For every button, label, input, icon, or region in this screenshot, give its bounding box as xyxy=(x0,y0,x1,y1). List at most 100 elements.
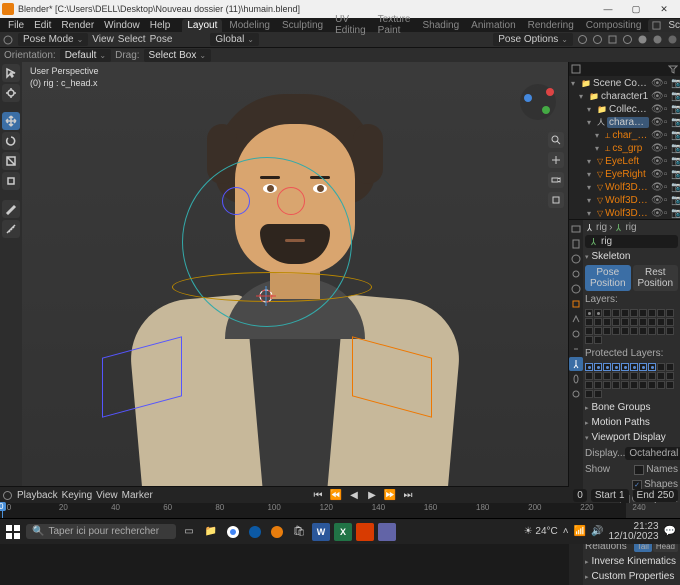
armature-layers[interactable] xyxy=(585,308,678,345)
tool-measure[interactable] xyxy=(2,220,20,238)
outliner-item[interactable]: ▾人character1_r👁▫📷 xyxy=(569,116,680,129)
tray-chevron-icon[interactable]: ˄ xyxy=(563,526,569,537)
timeline-marker[interactable]: Marker xyxy=(122,490,153,501)
panel-custom[interactable]: Custom Properties xyxy=(585,570,678,583)
shading-wire-icon[interactable] xyxy=(622,34,633,45)
menu-select[interactable]: Select xyxy=(118,34,146,45)
outliner-item[interactable]: ▾⟂char_grp👁▫📷 xyxy=(569,129,680,142)
filter-icon[interactable] xyxy=(668,64,678,74)
prop-tab-scene[interactable] xyxy=(569,267,583,281)
persp-button[interactable] xyxy=(548,192,564,208)
blender-taskbar-icon[interactable] xyxy=(268,523,286,541)
menu-window[interactable]: Window xyxy=(100,20,144,31)
panel-skeleton[interactable]: Skeleton xyxy=(585,250,678,263)
timeline-type-icon[interactable] xyxy=(2,490,13,501)
prop-tab-boneconstr[interactable] xyxy=(569,387,583,401)
zoom-button[interactable] xyxy=(548,132,564,148)
pose-options[interactable]: Pose Options xyxy=(493,33,573,46)
word-icon[interactable]: W xyxy=(312,523,330,541)
rig-eye-r[interactable] xyxy=(277,187,305,215)
close-button[interactable]: ✕ xyxy=(650,0,678,18)
tab-modeling[interactable]: Modeling xyxy=(224,19,275,32)
start-frame[interactable]: Start1 xyxy=(591,489,629,502)
wifi-icon[interactable]: 📶 xyxy=(574,526,586,537)
outliner-item[interactable]: ▾▽EyeLeft👁▫📷 xyxy=(569,155,680,168)
tool-rotate[interactable] xyxy=(2,132,20,150)
tool-scale[interactable] xyxy=(2,152,20,170)
shading-render-icon[interactable] xyxy=(667,34,678,45)
tab-animation[interactable]: Animation xyxy=(466,19,520,32)
menu-edit[interactable]: Edit xyxy=(30,20,55,31)
tab-texpaint[interactable]: Texture Paint xyxy=(373,13,416,37)
tab-uv[interactable]: UV Editing xyxy=(330,13,371,37)
play-rev-icon[interactable]: ◀ xyxy=(347,488,361,502)
clock[interactable]: 21:23 12/10/2023 xyxy=(608,522,658,542)
prop-tab-armature[interactable] xyxy=(569,357,583,371)
store-icon[interactable]: 🛍 xyxy=(290,523,308,541)
pan-button[interactable] xyxy=(548,152,564,168)
tab-layout[interactable]: Layout xyxy=(182,19,222,32)
timeline-view[interactable]: View xyxy=(96,490,118,501)
shading-solid-icon[interactable] xyxy=(637,34,648,45)
timeline-playback[interactable]: Playback xyxy=(17,490,58,501)
menu-render[interactable]: Render xyxy=(57,20,98,31)
timeline-keying[interactable]: Keying xyxy=(62,490,93,501)
prop-tab-modifier[interactable] xyxy=(569,312,583,326)
system-tray[interactable]: ☀ 24°C ˄ 📶 🔊 21:23 12/10/2023 💬 xyxy=(524,522,676,542)
panel-vpdisplay[interactable]: Viewport Display xyxy=(585,431,678,444)
chrome-icon[interactable] xyxy=(224,523,242,541)
tab-shading[interactable]: Shading xyxy=(417,19,464,32)
gizmo-toggle-icon[interactable] xyxy=(577,34,588,45)
edge-icon[interactable] xyxy=(246,523,264,541)
menu-file[interactable]: File xyxy=(4,20,28,31)
orientation-dropdown[interactable]: Default xyxy=(60,49,111,62)
protected-layers[interactable] xyxy=(585,362,678,399)
prop-tab-viewlayer[interactable] xyxy=(569,252,583,266)
camera-button[interactable] xyxy=(548,172,564,188)
chk-names[interactable] xyxy=(634,465,644,475)
app-icon-1[interactable] xyxy=(356,523,374,541)
taskbar-search[interactable]: 🔍Taper ici pour rechercher xyxy=(26,524,176,539)
end-frame[interactable]: End250 xyxy=(633,489,678,502)
outliner-item[interactable]: ▾📁character1👁▫📷 xyxy=(569,90,680,103)
outliner-search[interactable] xyxy=(583,68,666,70)
panel-bonegroups[interactable]: Bone Groups xyxy=(585,401,678,414)
start-button[interactable] xyxy=(4,523,22,541)
editor-type-icon[interactable] xyxy=(2,34,14,46)
drag-dropdown[interactable]: Select Box xyxy=(144,49,212,62)
overlay-toggle-icon[interactable] xyxy=(592,34,603,45)
panel-ik[interactable]: Inverse Kinematics xyxy=(585,555,678,568)
jump-start-icon[interactable]: ⏮ xyxy=(311,488,325,502)
tool-transform[interactable] xyxy=(2,172,20,190)
tool-select[interactable] xyxy=(2,64,20,82)
menu-pose[interactable]: Pose xyxy=(150,34,173,45)
tool-move[interactable] xyxy=(2,112,20,130)
xray-icon[interactable] xyxy=(607,34,618,45)
rest-position-button[interactable]: Rest Position xyxy=(633,265,679,291)
outliner-tree[interactable]: ▾📁Scene Collection👁▫📷▾📁character1👁▫📷▾📁Co… xyxy=(569,76,680,219)
tab-compositing[interactable]: Compositing xyxy=(581,19,647,32)
prev-key-icon[interactable]: ⏪ xyxy=(329,488,343,502)
3d-viewport[interactable]: User Perspective (0) rig : c_head.x xyxy=(22,62,568,486)
task-view-icon[interactable]: ▭ xyxy=(180,523,198,541)
play-icon[interactable]: ▶ xyxy=(365,488,379,502)
tab-rendering[interactable]: Rendering xyxy=(523,19,579,32)
display-as-dropdown[interactable]: Octahedral xyxy=(625,447,680,460)
next-key-icon[interactable]: ⏩ xyxy=(383,488,397,502)
outliner-item[interactable]: ▾▽Wolf3D_Hea👁▫📷 xyxy=(569,194,680,207)
armature-name-field[interactable]: rig xyxy=(585,235,678,248)
shading-matprev-icon[interactable] xyxy=(652,34,663,45)
app-icon-2[interactable] xyxy=(378,523,396,541)
outliner-item[interactable]: ▾▽EyeRight👁▫📷 xyxy=(569,168,680,181)
outliner-item[interactable]: ▾📁Collection👁▫📷 xyxy=(569,103,680,116)
transform-orientation[interactable]: Global xyxy=(210,33,259,46)
menu-view[interactable]: View xyxy=(92,34,114,45)
outliner-item[interactable]: ▾▽Wolf3D_Hea👁▫📷 xyxy=(569,181,680,194)
outliner-type-icon[interactable] xyxy=(571,64,581,74)
jump-end-icon[interactable]: ⏭ xyxy=(401,488,415,502)
menu-help[interactable]: Help xyxy=(146,20,175,31)
volume-icon[interactable]: 🔊 xyxy=(591,526,603,537)
prop-tab-bone[interactable] xyxy=(569,372,583,386)
rig-eye-l[interactable] xyxy=(222,187,250,215)
notifications-icon[interactable]: 💬 xyxy=(664,526,676,537)
